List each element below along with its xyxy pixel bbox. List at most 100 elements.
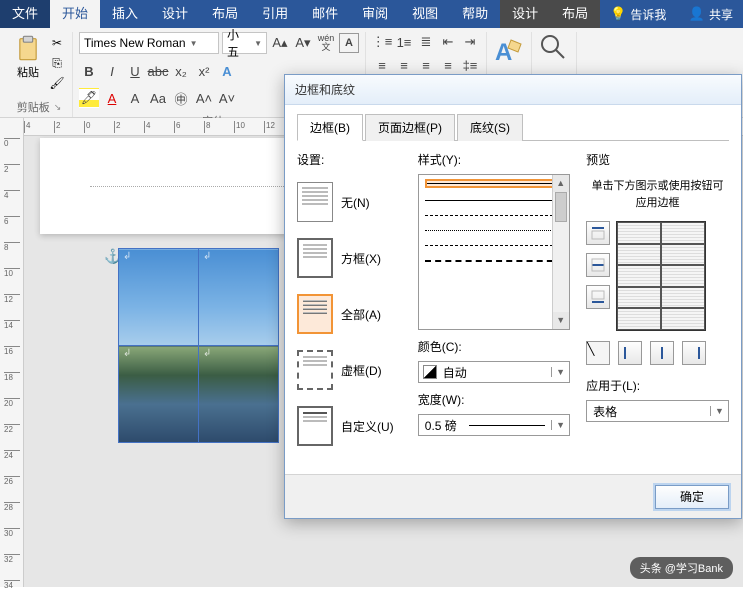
apply-to-select[interactable]: 表格 ▼: [586, 400, 729, 422]
enclose-char-button[interactable]: ㊥: [171, 88, 191, 108]
tab-layout[interactable]: 布局: [200, 0, 250, 28]
tab-file[interactable]: 文件: [0, 0, 50, 28]
tab-review[interactable]: 审阅: [350, 0, 400, 28]
grow-font-button[interactable]: A▴: [270, 33, 290, 53]
preview-hint: 单击下方图示或使用按钮可应用边框: [586, 178, 729, 211]
align-center-button[interactable]: ≡: [394, 55, 414, 75]
tab-insert[interactable]: 插入: [100, 0, 150, 28]
style-label: 样式(Y):: [418, 151, 570, 168]
multilevel-button[interactable]: ≣: [416, 32, 436, 52]
setting-box[interactable]: 方框(X): [297, 238, 402, 278]
character-border-button[interactable]: A: [339, 33, 359, 53]
character-shading-button[interactable]: A: [125, 88, 145, 108]
increase-indent-button[interactable]: ⇥: [460, 32, 480, 52]
find-icon[interactable]: [538, 32, 570, 64]
font-size-select[interactable]: 小五▼: [222, 32, 267, 54]
tab-view[interactable]: 视图: [400, 0, 450, 28]
paste-button[interactable]: 粘贴: [12, 32, 44, 82]
border-hmiddle-button[interactable]: [586, 253, 610, 277]
tell-me-label: 告诉我: [630, 6, 666, 23]
border-top-button[interactable]: [586, 221, 610, 245]
setting-all[interactable]: 全部(A): [297, 294, 402, 334]
style-listbox[interactable]: ▲▼: [418, 174, 570, 330]
format-painter-icon[interactable]: 🖌: [48, 74, 66, 92]
text-effects-button[interactable]: A: [217, 61, 237, 81]
share-label: 共享: [709, 6, 733, 23]
justify-button[interactable]: ≡: [438, 55, 458, 75]
tab-table-layout[interactable]: 布局: [550, 0, 600, 28]
italic-button[interactable]: I: [102, 61, 122, 81]
shrink-font-button[interactable]: A▾: [293, 33, 313, 53]
ok-button[interactable]: 确定: [655, 485, 729, 509]
superscript-button[interactable]: x²: [194, 61, 214, 81]
style-scrollbar[interactable]: ▲▼: [552, 175, 569, 329]
watermark: 头条 @学习Bank: [630, 557, 733, 579]
bulb-icon: 💡: [610, 6, 626, 22]
change-case-button[interactable]: Aa: [148, 88, 168, 108]
align-right-button[interactable]: ≡: [416, 55, 436, 75]
color-label: 颜色(C):: [418, 338, 570, 355]
cut-icon[interactable]: ✂: [48, 34, 66, 52]
border-right-button[interactable]: [682, 341, 706, 365]
setting-custom[interactable]: 自定义(U): [297, 406, 402, 446]
copy-icon[interactable]: ⎘: [48, 54, 66, 72]
tab-design[interactable]: 设计: [150, 0, 200, 28]
table-cell[interactable]: ↲: [119, 249, 199, 346]
table-cell[interactable]: ↲: [119, 346, 199, 443]
tab-home[interactable]: 开始: [50, 0, 100, 28]
tab-table-design[interactable]: 设计: [500, 0, 550, 28]
bold-button[interactable]: B: [79, 61, 99, 81]
tab-mailings[interactable]: 邮件: [300, 0, 350, 28]
preview-label: 预览: [586, 151, 729, 168]
paste-label: 粘贴: [17, 64, 39, 80]
settings-label: 设置:: [297, 151, 402, 168]
shrink-font2-button[interactable]: A˅: [217, 88, 237, 108]
strike-button[interactable]: abc: [148, 61, 168, 81]
image-table[interactable]: ↲↲ ↲↲: [118, 248, 279, 443]
underline-button[interactable]: U: [125, 61, 145, 81]
phonetic-guide-button[interactable]: wén文: [316, 33, 336, 53]
font-name-select[interactable]: Times New Roman▼: [79, 32, 219, 54]
auto-color-swatch: [423, 365, 437, 379]
width-select[interactable]: 0.5 磅 ▼: [418, 414, 570, 436]
dialog-tabs: 边框(B) 页面边框(P) 底纹(S): [297, 113, 729, 141]
grow-font2-button[interactable]: A˄: [194, 88, 214, 108]
font-color-button[interactable]: A: [102, 88, 122, 108]
border-vmiddle-button[interactable]: [650, 341, 674, 365]
color-select[interactable]: 自动 ▼: [418, 361, 570, 383]
styles-icon[interactable]: A: [493, 32, 525, 72]
borders-shading-dialog: 边框和底纹 边框(B) 页面边框(P) 底纹(S) 设置: 无(N) 方框(X): [284, 74, 742, 519]
align-left-button[interactable]: ≡: [372, 55, 392, 75]
vertical-ruler[interactable]: 0246810121416182022242628303234: [0, 118, 24, 587]
subscript-button[interactable]: x₂: [171, 61, 191, 81]
preview-table[interactable]: [616, 221, 706, 331]
setting-none[interactable]: 无(N): [297, 182, 402, 222]
dialog-tab-borders[interactable]: 边框(B): [297, 114, 363, 141]
bullets-button[interactable]: ⋮≡: [372, 32, 392, 52]
dialog-tab-shading[interactable]: 底纹(S): [457, 114, 523, 141]
highlight-button[interactable]: 🖊: [79, 88, 99, 108]
decrease-indent-button[interactable]: ⇤: [438, 32, 458, 52]
chevron-down-icon: ▼: [551, 420, 569, 430]
share-button[interactable]: 👤 共享: [689, 6, 733, 23]
chevron-down-icon: ▼: [710, 406, 728, 416]
clipboard-label: 剪贴板: [17, 99, 50, 115]
tell-me[interactable]: 💡 告诉我: [610, 6, 666, 23]
border-diag-down-button[interactable]: ╲: [586, 341, 610, 365]
border-bottom-button[interactable]: [586, 285, 610, 309]
dialog-tab-page-borders[interactable]: 页面边框(P): [365, 114, 455, 141]
line-spacing-button[interactable]: ‡≡: [460, 55, 480, 75]
border-left-button[interactable]: [618, 341, 642, 365]
table-cell[interactable]: ↲: [199, 249, 279, 346]
group-clipboard: 粘贴 ✂ ⎘ 🖌 剪贴板 ↘: [6, 32, 73, 117]
table-cell[interactable]: ↲: [199, 346, 279, 443]
dialog-title: 边框和底纹: [285, 75, 741, 105]
clipboard-launcher[interactable]: ↘: [54, 102, 62, 113]
person-icon: 👤: [689, 6, 705, 22]
numbering-button[interactable]: 1≡: [394, 32, 414, 52]
chevron-down-icon: ▼: [551, 367, 569, 377]
dialog-footer: 确定: [285, 474, 741, 518]
tab-help[interactable]: 帮助: [450, 0, 500, 28]
tab-references[interactable]: 引用: [250, 0, 300, 28]
setting-grid[interactable]: 虚框(D): [297, 350, 402, 390]
